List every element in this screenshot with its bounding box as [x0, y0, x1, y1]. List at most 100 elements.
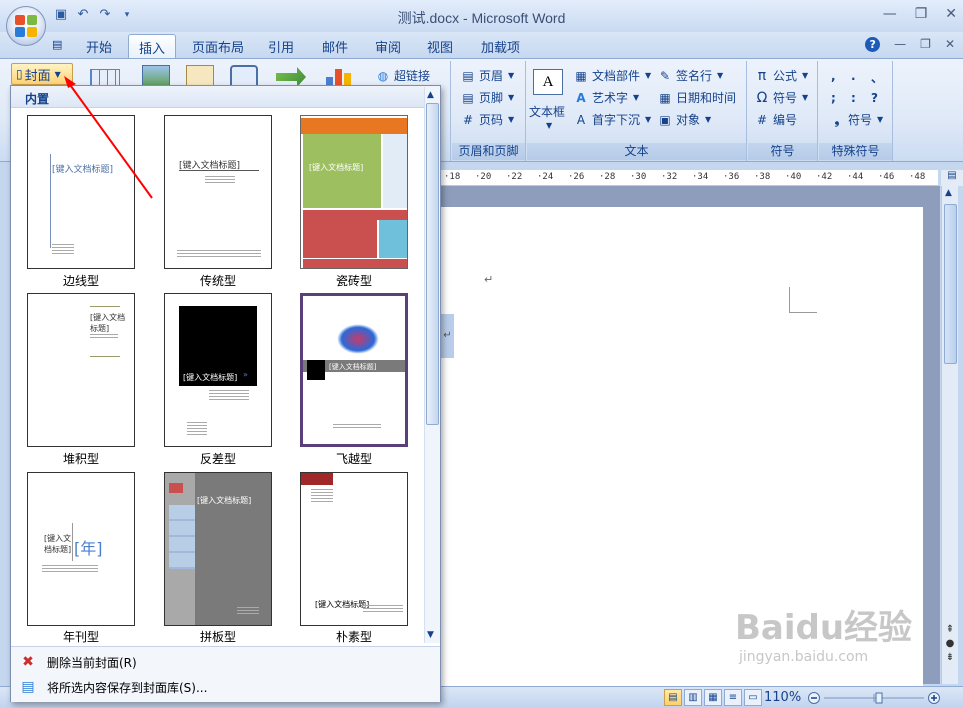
footer-icon: ▤ — [462, 90, 474, 105]
view-ruler-icon[interactable]: ▤ — [941, 170, 963, 186]
globe-icon: ◍ — [377, 68, 389, 83]
cover-page-icon: ▯ — [16, 67, 23, 81]
ruler-tick-label: ·42 — [816, 172, 833, 182]
cover-thumb-plain[interactable]: [键入文档标题] — [300, 472, 408, 626]
wordart-button[interactable]: A 艺术字 ▼ — [573, 89, 639, 106]
cover-page-button[interactable]: ▯ 封面 ▼ — [11, 63, 73, 85]
save-to-gallery-menu-item[interactable]: ▤ 将所选内容保存到封面库(S)... — [19, 678, 207, 696]
cover-label: 堆积型 — [62, 452, 99, 466]
web-layout-icon[interactable]: ▦ — [704, 689, 722, 706]
datetime-button[interactable]: ▦ 日期和时间 — [657, 89, 736, 106]
page-number-button[interactable]: # 页码 ▼ — [460, 111, 514, 128]
cover-thumb-contrast[interactable]: [键入文档标题] » — [164, 293, 272, 447]
period-button[interactable]: . — [851, 69, 856, 83]
full-screen-reading-icon[interactable]: ▥ — [684, 689, 702, 706]
ruler-tick-label: ·40 — [785, 172, 802, 182]
dropcap-button[interactable]: A 首字下沉 ▼ — [573, 111, 651, 128]
cover-thumb-puzzle[interactable]: [键入文档标题] — [164, 472, 272, 626]
cover-page-gallery: 内置 ▲ ▼ [键入文档标题] 边线型 [键入文档标题] 传统型 [键入文档标题… — [10, 85, 441, 702]
ruler-tick-label: ·24 — [537, 172, 554, 182]
scroll-up-icon[interactable]: ▲ — [427, 90, 434, 100]
gallery-scrollbar[interactable]: ▲ ▼ — [424, 87, 440, 643]
ruler-top-gap — [440, 162, 940, 170]
horizontal-ruler[interactable]: ·18 ·20 ·22 ·24 ·26 ·28 ·30 ·32 ·34 ·36 ·38 ·40 ·42 ·… — [440, 170, 938, 186]
object-button[interactable]: ▣ 对象 ▼ — [657, 111, 711, 128]
office-button[interactable] — [6, 6, 46, 46]
enum-comma-button[interactable]: 、 — [871, 69, 883, 86]
ruler-tick-label: ·18 — [444, 172, 461, 182]
textbox-button[interactable]: 文本框 — [529, 103, 565, 120]
margin-corner-mark — [789, 287, 817, 313]
textbox-icon[interactable]: A — [533, 69, 563, 95]
tab-mailings[interactable]: 邮件 — [322, 37, 348, 56]
doc-close-icon[interactable]: ✕ — [945, 37, 955, 52]
chevron-down-icon: ▼ — [717, 71, 724, 80]
tab-addins[interactable]: 加载项 — [481, 37, 520, 56]
tab-references[interactable]: 引用 — [268, 37, 294, 56]
gallery-footer: ✖ 删除当前封面(R) ▤ 将所选内容保存到封面库(S)... — [11, 646, 440, 702]
hyperlink-button[interactable]: ◍ 超链接 — [375, 67, 430, 84]
scroll-down-icon[interactable]: ▼ — [427, 630, 434, 640]
equation-button[interactable]: π 公式 ▼ — [754, 67, 808, 84]
numbering-button[interactable]: # 编号 — [754, 111, 797, 128]
doc-minimize-icon[interactable]: — — [894, 37, 906, 52]
chevron-down-icon: ▼ — [508, 71, 515, 80]
baidu-watermark: Baidu经验 jingyan.baidu.com — [735, 608, 913, 665]
scroll-thumb[interactable] — [944, 204, 957, 364]
smartart-icon[interactable] — [276, 67, 306, 87]
question-button[interactable]: ? — [871, 91, 878, 105]
restore-icon[interactable]: ❐ — [915, 6, 928, 22]
draft-icon[interactable]: ▭ — [744, 689, 762, 706]
cover-thumb-annual[interactable]: [键入文档标题] [年] — [27, 472, 135, 626]
ruler-tick-label: ·26 — [568, 172, 585, 182]
more-symbols-button[interactable]: ❟ 符号 ▼ — [829, 111, 884, 128]
prev-page-icon[interactable]: ⇞ — [943, 624, 957, 635]
gallery-header: 内置 — [11, 86, 440, 108]
tab-insert[interactable]: 插入 — [128, 34, 177, 59]
word-icon[interactable]: ▤ — [52, 38, 62, 51]
next-page-icon[interactable]: ⇟ — [943, 652, 957, 663]
close-icon[interactable]: ✕ — [945, 6, 957, 22]
tab-view[interactable]: 视图 — [427, 37, 453, 56]
tab-home[interactable]: 开始 — [86, 37, 112, 56]
semicolon-button[interactable]: ; — [831, 91, 836, 105]
paragraph-mark-icon: ↵ — [484, 273, 494, 286]
cover-thumb-motion[interactable]: [键入文档标题] — [300, 293, 408, 447]
text-group: A 文本框 ▼ ▦ 文档部件 ▼ A 艺术字 ▼ A 首字下沉 ▼ ✎ 签名行 ▼ ▦ 日期和时间… — [527, 61, 747, 161]
ruler-tick-label: ·20 — [475, 172, 492, 182]
ruler-tick-label: ·30 — [630, 172, 647, 182]
colon-button[interactable]: : — [851, 91, 856, 105]
chevron-down-icon: ▼ — [802, 71, 809, 80]
minimize-icon[interactable]: — — [883, 6, 897, 22]
quick-parts-button[interactable]: ▦ 文档部件 ▼ — [573, 67, 651, 84]
header-footer-group: ▤ 页眉 ▼ ▤ 页脚 ▼ # 页码 ▼ 页眉和页脚 — [452, 61, 526, 161]
text-group-label: 文本 — [527, 143, 746, 160]
footer-button[interactable]: ▤ 页脚 ▼ — [460, 89, 514, 106]
chevron-down-icon: ▼ — [877, 115, 884, 124]
gallery-scroll-thumb[interactable] — [426, 103, 439, 425]
signature-line-button[interactable]: ✎ 签名行 ▼ — [657, 67, 723, 84]
cover-thumb-conservative[interactable]: [键入文档标题] — [164, 115, 272, 269]
tab-page-layout[interactable]: 页面布局 — [192, 37, 244, 56]
cover-label: 飞越型 — [335, 452, 372, 466]
cover-label: 年刊型 — [62, 630, 99, 644]
doc-restore-icon[interactable]: ❐ — [920, 37, 931, 52]
quick-parts-icon: ▦ — [575, 68, 587, 83]
header-footer-group-label: 页眉和页脚 — [452, 143, 525, 160]
header-button[interactable]: ▤ 页眉 ▼ — [460, 67, 514, 84]
symbol-button[interactable]: Ω 符号 ▼ — [754, 89, 809, 106]
print-layout-icon[interactable]: ▤ — [664, 689, 682, 706]
remove-cover-menu-item[interactable]: ✖ 删除当前封面(R) — [19, 653, 137, 671]
outline-icon[interactable]: ≡ — [724, 689, 742, 706]
comma-button[interactable]: , — [831, 69, 836, 83]
browse-object-icon[interactable]: ● — [943, 638, 957, 649]
cover-thumb-tiles[interactable]: [键入文档标题] — [300, 115, 408, 269]
help-icon[interactable]: ? — [865, 37, 881, 52]
vertical-scrollbar[interactable]: ▲ — [941, 186, 958, 684]
cover-thumb-sideline[interactable]: [键入文档标题] — [27, 115, 135, 269]
cover-thumb-stacks[interactable]: [键入文档标题] — [27, 293, 135, 447]
zoom-slider[interactable] — [808, 691, 943, 705]
scroll-up-icon[interactable]: ▲ — [945, 188, 952, 198]
zoom-level[interactable]: 110% — [764, 690, 801, 705]
tab-review[interactable]: 审阅 — [375, 37, 401, 56]
